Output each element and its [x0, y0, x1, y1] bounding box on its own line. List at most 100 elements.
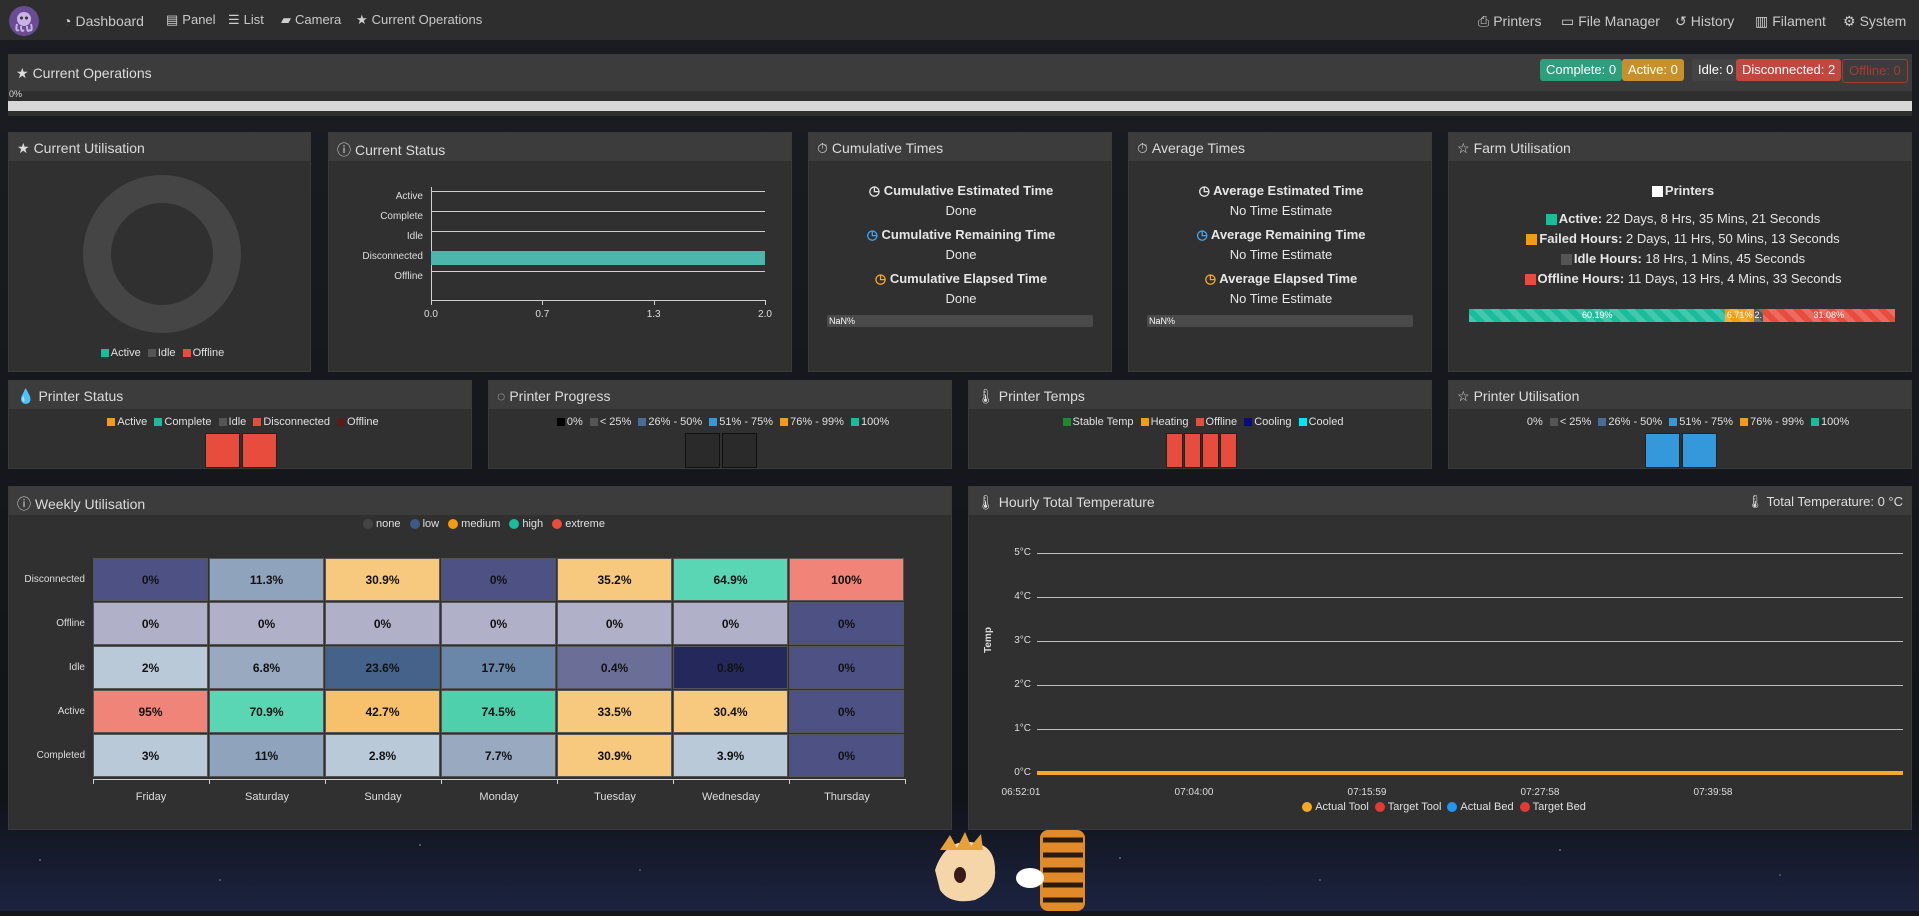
legend-dot — [1519, 802, 1530, 813]
legend-label: 100% — [861, 416, 890, 428]
heatmap-cell: 0% — [557, 602, 672, 645]
star-half-icon: ☆ — [1457, 140, 1470, 156]
printer-progress-tile[interactable] — [685, 433, 720, 468]
offline-badge[interactable]: Offline: 0 — [1842, 59, 1908, 83]
average-times-panel: ⏱ Average Times ◷ Average Estimated Time … — [1128, 132, 1432, 372]
farm-bar-offline: 31.08% — [1762, 309, 1895, 322]
legend-label[interactable]: Actual Tool — [1315, 801, 1369, 813]
nav-list[interactable]: ☰ List — [228, 12, 264, 28]
nav-printers[interactable]: ⎙ Printers — [1478, 13, 1541, 30]
temp-gridline — [1037, 553, 1903, 554]
nav-panel[interactable]: ▤ Panel — [166, 12, 216, 28]
nav-file-manager[interactable]: ▭ File Manager — [1561, 13, 1660, 30]
legend-label: Idle — [157, 347, 176, 359]
panel-title-text: Printer Status — [38, 388, 124, 404]
printer-temp-tile[interactable] — [1202, 433, 1219, 468]
farm-bar-active: 60.19% — [1469, 309, 1726, 322]
progress-label: 0% — [9, 89, 23, 99]
legend-label: Disconnected — [263, 416, 330, 428]
nav-current-operations[interactable]: ★ Current Operations — [356, 12, 482, 28]
cumulative-times-panel: ⏱ Cumulative Times ◷ Cumulative Estimated… — [808, 132, 1112, 372]
average-remaining-label: ◷ Average Remaining Time — [1129, 227, 1433, 243]
printer-progress-tile[interactable] — [722, 433, 757, 468]
panel-title-text: Cumulative Times — [831, 140, 944, 156]
legend-swatch — [556, 418, 565, 427]
legend-label[interactable]: Actual Bed — [1460, 801, 1513, 813]
chart-tick — [765, 300, 766, 305]
printer-temp-tile[interactable] — [1220, 433, 1237, 468]
idle-badge[interactable]: Idle: 0 — [1692, 59, 1740, 81]
chart-gridline — [431, 191, 765, 192]
nav-filament[interactable]: ▥ Filament — [1755, 13, 1826, 30]
legend-label: Heating — [1150, 416, 1189, 428]
complete-badge[interactable]: Complete: 0 — [1540, 59, 1623, 81]
heatmap-tick — [905, 779, 906, 784]
clock-icon: ◷ — [1196, 227, 1211, 242]
panel-header: ⏱ Cumulative Times — [809, 133, 1111, 161]
legend-label[interactable]: Target Bed — [1533, 801, 1586, 813]
star-half-icon: ☆ — [1457, 388, 1470, 404]
heatmap-cell: 35.2% — [557, 558, 672, 601]
square-icon — [1524, 274, 1536, 286]
nav-system[interactable]: ⚙ System — [1843, 13, 1906, 30]
panel-title-text: Printer Progress — [509, 388, 611, 404]
printer-utilisation-tile[interactable] — [1682, 433, 1717, 468]
printer-status-tile[interactable] — [242, 433, 277, 468]
stopwatch-icon: ⏱ — [817, 140, 828, 156]
navbar: ◔ Dashboard ▤ Panel ☰ List ▰ Camera ★ Current… — [0, 0, 1919, 40]
character-illustration — [925, 830, 1095, 911]
heatmap-column-label: Saturday — [244, 791, 290, 803]
heatmap-cell: 2.8% — [325, 734, 440, 777]
legend-label[interactable]: Target Tool — [1388, 801, 1442, 813]
temp-y-tick: 4°C — [1014, 591, 1031, 602]
printer-temp-tile[interactable] — [1166, 433, 1183, 468]
heatmap-row-label: Offline — [56, 618, 85, 629]
temp-gridline — [1037, 685, 1903, 686]
chart-tick-label: 0.0 — [424, 309, 438, 320]
nav-dashboard[interactable]: ◔ Dashboard — [63, 13, 144, 29]
legend-label: < 25% — [1559, 416, 1592, 428]
farm-failed-row: Failed Hours: 2 Days, 11 Hrs, 50 Mins, 1… — [1449, 231, 1913, 246]
history-icon: ↺ — [1675, 13, 1687, 29]
legend-label: 0% — [566, 416, 583, 428]
nav-history[interactable]: ↺ History — [1675, 13, 1734, 30]
row-value: 22 Days, 8 Hrs, 35 Mins, 21 Seconds — [1605, 211, 1821, 226]
printer-temp-tile[interactable] — [1184, 433, 1201, 468]
heatmap-column-label: Wednesday — [702, 791, 760, 803]
nav-camera[interactable]: ▰ Camera — [281, 12, 341, 28]
panel-title: ⏱ Cumulative Times — [817, 140, 943, 157]
logo-icon[interactable] — [9, 6, 39, 36]
printer-utilisation-tile[interactable] — [1645, 433, 1680, 468]
chart-tick-label: 2.0 — [758, 309, 772, 320]
nav-label: List — [243, 12, 264, 27]
disconnected-badge[interactable]: Disconnected: 2 — [1736, 59, 1842, 81]
heatmap-tick — [789, 779, 790, 784]
legend-label: Idle — [228, 416, 247, 428]
panel-header: ☆ Printer Utilisation — [1449, 381, 1911, 409]
temp-x-tick: 07:15:59 — [1347, 787, 1387, 798]
printer-status-tile[interactable] — [205, 433, 240, 468]
active-badge[interactable]: Active: 0 — [1622, 59, 1684, 81]
row-label: Offline Hours: — [1537, 271, 1625, 286]
legend-label: 51% - 75% — [1679, 416, 1734, 428]
chart-tick — [431, 300, 432, 305]
legend-swatch — [1140, 418, 1149, 427]
clock-icon: ◷ — [1198, 183, 1214, 198]
weekly-heatmap: Disconnected 0% 11.3% 30.9% 0% 35.2% 64.9% 100%… — [9, 487, 953, 831]
legend-label: Offline — [192, 347, 225, 359]
heatmap-tick — [209, 779, 210, 784]
heatmap-cell: 70.9% — [209, 690, 324, 733]
clock-icon: ◷ — [866, 227, 882, 242]
chart-category-label: Complete — [380, 211, 423, 222]
panel-header: ★ Current Operations Complete: 0 Active: … — [8, 54, 1912, 91]
heatmap-cell: 3.9% — [673, 734, 788, 777]
clock-icon: ◷ — [1204, 271, 1220, 286]
current-operations-panel: ★ Current Operations Complete: 0 Active: … — [8, 54, 1912, 116]
panel-header: ★ Current Utilisation — [9, 133, 310, 161]
legend-swatch — [218, 418, 227, 427]
progress-label: NaN% — [829, 316, 856, 326]
panel-header: 💧 Printer Status — [9, 381, 471, 409]
stopwatch-icon: ⏱ — [1137, 140, 1148, 156]
panel-title: ☆ Printer Utilisation — [1457, 388, 1579, 405]
heatmap-cell: 0% — [789, 690, 904, 733]
